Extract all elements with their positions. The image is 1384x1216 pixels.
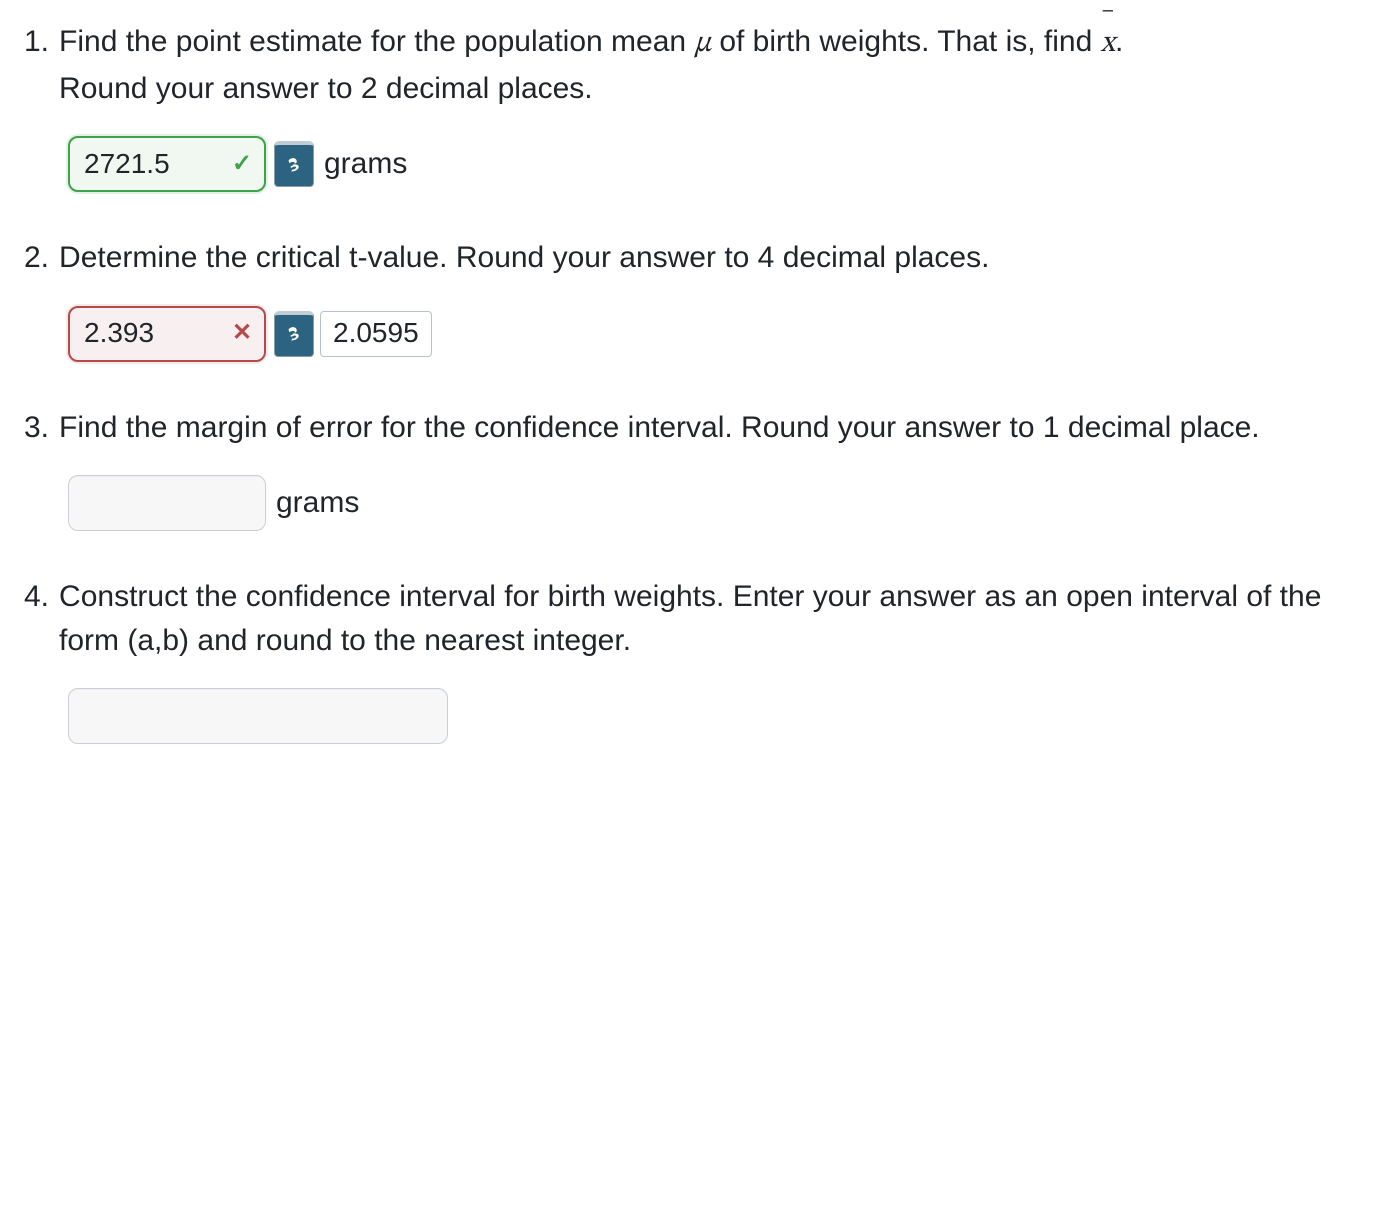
- mu-symbol: μ: [694, 29, 711, 59]
- answer-row-2: 2.393 ✕ 2.0595: [68, 306, 1360, 362]
- unit-label-3: grams: [276, 481, 359, 525]
- answer-feedback-icon[interactable]: [274, 141, 314, 187]
- answer-input-1[interactable]: 2721.5 ✓: [68, 136, 266, 192]
- sigma-script-icon: [283, 324, 305, 346]
- answer-row-3: grams: [68, 475, 1360, 531]
- check-icon: ✓: [230, 147, 254, 182]
- answer-value-2: 2.393: [84, 313, 230, 354]
- question-3: 3. Find the margin of error for the conf…: [24, 406, 1360, 450]
- question-2-number: 2.: [24, 236, 59, 280]
- q1-text-c: .: [1115, 25, 1123, 58]
- q1-text-line2: Round your answer to 2 decimal places.: [59, 72, 593, 105]
- q1-text-b: of birth weights. That is, find: [711, 25, 1101, 58]
- question-1-number: 1.: [24, 20, 59, 64]
- q1-text-a: Find the point estimate for the populati…: [59, 25, 694, 58]
- answer-row-1: 2721.5 ✓ grams: [68, 136, 1360, 192]
- answer-value-1: 2721.5: [84, 144, 230, 185]
- unit-label-1: grams: [324, 142, 407, 186]
- question-1-text: Find the point estimate for the populati…: [59, 20, 1360, 110]
- answer-input-2[interactable]: 2.393 ✕: [68, 306, 266, 362]
- x-bar-symbol: x: [1101, 23, 1115, 67]
- sigma-script-icon: [283, 155, 305, 177]
- answer-row-4: [68, 688, 1360, 744]
- question-1: 1. Find the point estimate for the popul…: [24, 20, 1360, 110]
- answer-input-3[interactable]: [68, 475, 266, 531]
- quiz-page: 1. Find the point estimate for the popul…: [0, 0, 1384, 848]
- question-2-text: Determine the critical t-value. Round yo…: [59, 236, 1360, 280]
- question-2: 2. Determine the critical t-value. Round…: [24, 236, 1360, 280]
- answer-input-4[interactable]: [68, 688, 448, 744]
- cross-icon: ✕: [230, 316, 254, 351]
- correct-answer-2: 2.0595: [320, 311, 432, 357]
- question-4: 4. Construct the confidence interval for…: [24, 575, 1360, 662]
- question-4-number: 4.: [24, 575, 59, 619]
- question-3-number: 3.: [24, 406, 59, 450]
- question-3-text: Find the margin of error for the confide…: [59, 406, 1360, 450]
- answer-feedback-icon[interactable]: [274, 311, 314, 357]
- question-4-text: Construct the confidence interval for bi…: [59, 575, 1360, 662]
